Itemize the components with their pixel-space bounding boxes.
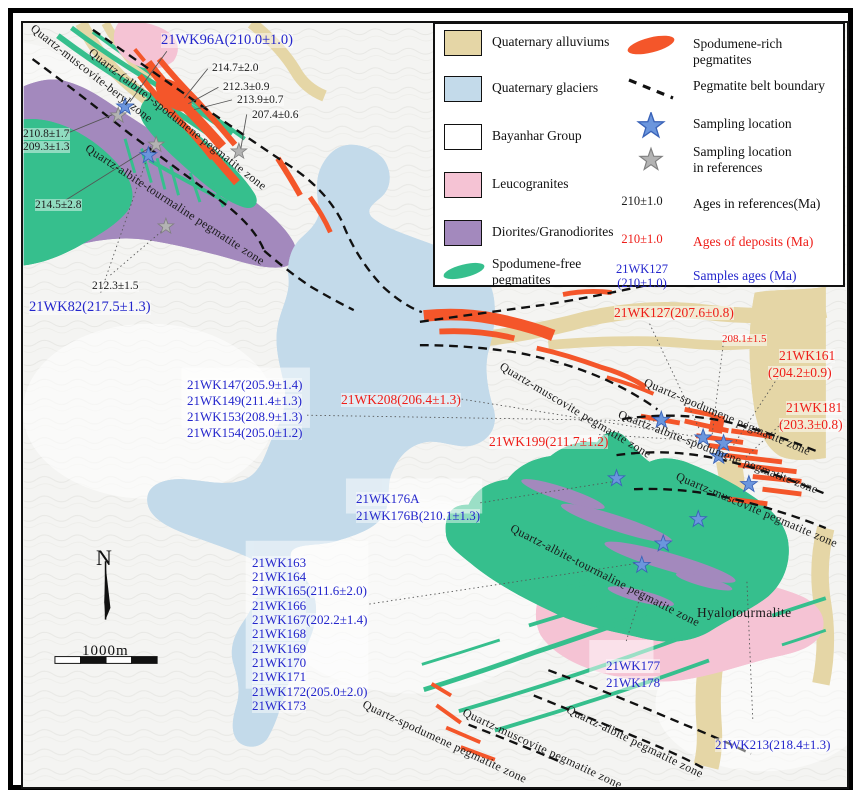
legend: Quaternary alluviums Quaternary glaciers B… [433,22,845,287]
legend-label: Quaternary alluviums [492,34,609,50]
legend-age-sample-text: 21WK127 (210±1.0) [595,262,689,291]
geological-map-figure: { "colors": { "alluvium": "#e5d6a6", "gl… [0,0,866,805]
legend-swatch [444,172,482,198]
legend-swatch [444,124,482,150]
scale-bar [55,657,157,664]
gray-star-wrap [613,146,689,176]
legend-swatch [444,30,482,56]
legend-label: Spodumene-rich pegmatites [693,36,843,67]
legend-age-sample-text: 210±1.0 [595,194,689,208]
green-ellipse-icon [441,258,487,284]
legend-label: Pegmatite belt boundary [693,78,825,94]
legend-swatch [444,220,482,246]
legend-swatch [444,76,482,102]
orange-ellipse-wrap [613,32,689,62]
legend-label: Sampling location in references [693,144,792,175]
dashed-line-wrap [613,74,689,104]
legend-label: Leucogranites [492,176,568,192]
orange-ellipse-icon [623,32,679,58]
legend-age-sample-text: 210±1.0 [595,232,689,246]
blue-star-wrap [613,112,689,142]
legend-label: Sampling location [693,116,792,132]
legend-label: Ages of deposits (Ma) [693,234,813,250]
legend-label: Spodumene-free pegmatites [492,256,581,287]
legend-label: Samples ages (Ma) [693,268,796,284]
legend-label: Quaternary glaciers [492,80,598,96]
dashed-line-icon [623,74,679,102]
legend-label: Ages in references(Ma) [693,196,820,212]
legend-label: Bayanhar Group [492,128,582,144]
